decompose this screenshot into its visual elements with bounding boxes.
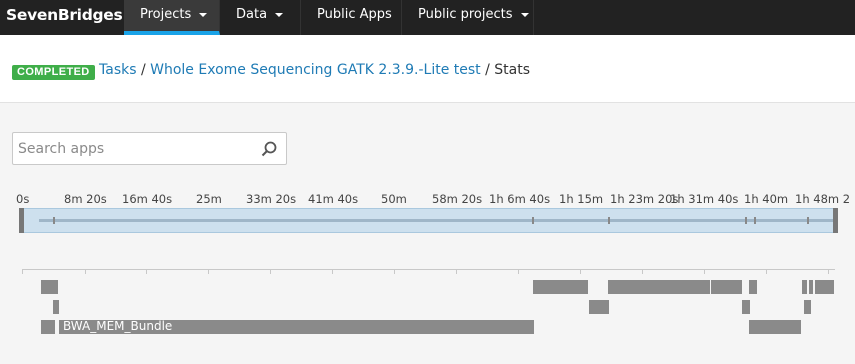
job-bar[interactable] <box>711 280 742 294</box>
axis-tick <box>22 269 23 274</box>
job-bar[interactable] <box>41 280 58 294</box>
job-bar[interactable] <box>608 280 710 294</box>
axis-tick <box>456 269 457 274</box>
axis-tick <box>332 269 333 274</box>
axis-tick <box>270 269 271 274</box>
time-axis: 0s 8m 20s 16m 40s 25m 33m 20s 41m 40s 50… <box>0 192 855 208</box>
caret-down-icon <box>275 12 284 17</box>
tick-label: 25m <box>196 192 222 206</box>
nav-data[interactable]: Data <box>220 0 301 35</box>
axis-tick <box>580 269 581 274</box>
brand-logo[interactable]: SevenBridges <box>6 6 123 24</box>
breadcrumb-task[interactable]: Whole Exome Sequencing GATK 2.3.9.-Lite … <box>150 62 481 78</box>
caret-down-icon <box>199 12 208 17</box>
nav-public-projects-label: Public projects <box>418 7 513 22</box>
nav-public-apps[interactable]: Public Apps <box>301 0 402 35</box>
job-bar[interactable] <box>53 300 59 314</box>
brush-right-handle[interactable] <box>833 208 838 233</box>
job-bar-label: BWA_MEM_Bundle <box>63 319 173 333</box>
timeline-overview-brush[interactable] <box>19 208 838 233</box>
tick-label: 1h 6m 40s <box>489 192 551 206</box>
overview-mark <box>807 217 809 224</box>
tick-label: 0s <box>16 192 30 206</box>
overview-mark <box>532 217 534 224</box>
tick-label: 50m <box>381 192 407 206</box>
breadcrumb: Tasks / Whole Exome Sequencing GATK 2.3.… <box>99 62 530 78</box>
breadcrumb-tasks[interactable]: Tasks <box>99 62 137 78</box>
axis-tick <box>828 269 829 274</box>
tick-label: 16m 40s <box>122 192 173 206</box>
caret-down-icon <box>520 12 529 17</box>
axis-tick <box>518 269 519 274</box>
job-bar[interactable] <box>749 320 801 334</box>
tick-label: 8m 20s <box>64 192 107 206</box>
overview-mark <box>608 217 610 224</box>
nav-public-apps-label: Public Apps <box>317 7 392 22</box>
tick-label: 58m 20s <box>432 192 483 206</box>
tick-label: 1h 15m <box>559 192 604 206</box>
page-header: COMPLETED Tasks / Whole Exome Sequencing… <box>0 35 855 103</box>
tick-label: 1h 31m 40s <box>670 192 739 206</box>
search-icon[interactable] <box>261 141 277 157</box>
nav-data-label: Data <box>236 7 268 22</box>
status-badge: COMPLETED <box>12 65 95 80</box>
job-bar[interactable] <box>809 280 813 294</box>
axis-tick <box>146 269 147 274</box>
axis-tick <box>85 269 86 274</box>
tick-label: 41m 40s <box>308 192 359 206</box>
job-bar[interactable] <box>804 300 811 314</box>
breadcrumb-separator: / <box>140 62 146 78</box>
job-bar[interactable] <box>41 320 55 334</box>
tick-label: 1h 40m <box>744 192 789 206</box>
overview-mark <box>745 217 747 224</box>
tick-label: 33m 20s <box>246 192 297 206</box>
detail-axis <box>22 269 835 270</box>
job-bar[interactable] <box>742 300 750 314</box>
tick-label: 1h 23m 20s <box>610 192 679 206</box>
job-bar[interactable] <box>749 280 757 294</box>
job-bar[interactable] <box>533 280 588 294</box>
nav-public-projects[interactable]: Public projects <box>402 0 534 35</box>
axis-tick <box>704 269 705 274</box>
nav-projects[interactable]: Projects <box>124 0 220 35</box>
tick-label: 1h 48m 2 <box>795 192 851 206</box>
brush-left-handle[interactable] <box>19 208 24 233</box>
job-bar-bwa-mem-bundle[interactable]: BWA_MEM_Bundle <box>59 319 534 334</box>
overview-mark <box>754 217 756 224</box>
axis-tick <box>766 269 767 274</box>
overview-track <box>39 219 835 222</box>
axis-tick <box>642 269 643 274</box>
job-bar[interactable] <box>802 280 807 294</box>
breadcrumb-current: Stats <box>494 62 531 78</box>
overview-mark <box>53 217 55 224</box>
breadcrumb-separator: / <box>485 62 490 78</box>
axis-tick <box>394 269 395 274</box>
search-box <box>12 132 287 165</box>
job-bar[interactable] <box>815 280 834 294</box>
job-bar[interactable] <box>589 300 609 314</box>
search-input[interactable] <box>18 139 248 159</box>
nav-projects-label: Projects <box>140 7 192 22</box>
top-navbar: SevenBridges Projects Data Public Apps P… <box>0 0 855 35</box>
axis-tick <box>208 269 209 274</box>
